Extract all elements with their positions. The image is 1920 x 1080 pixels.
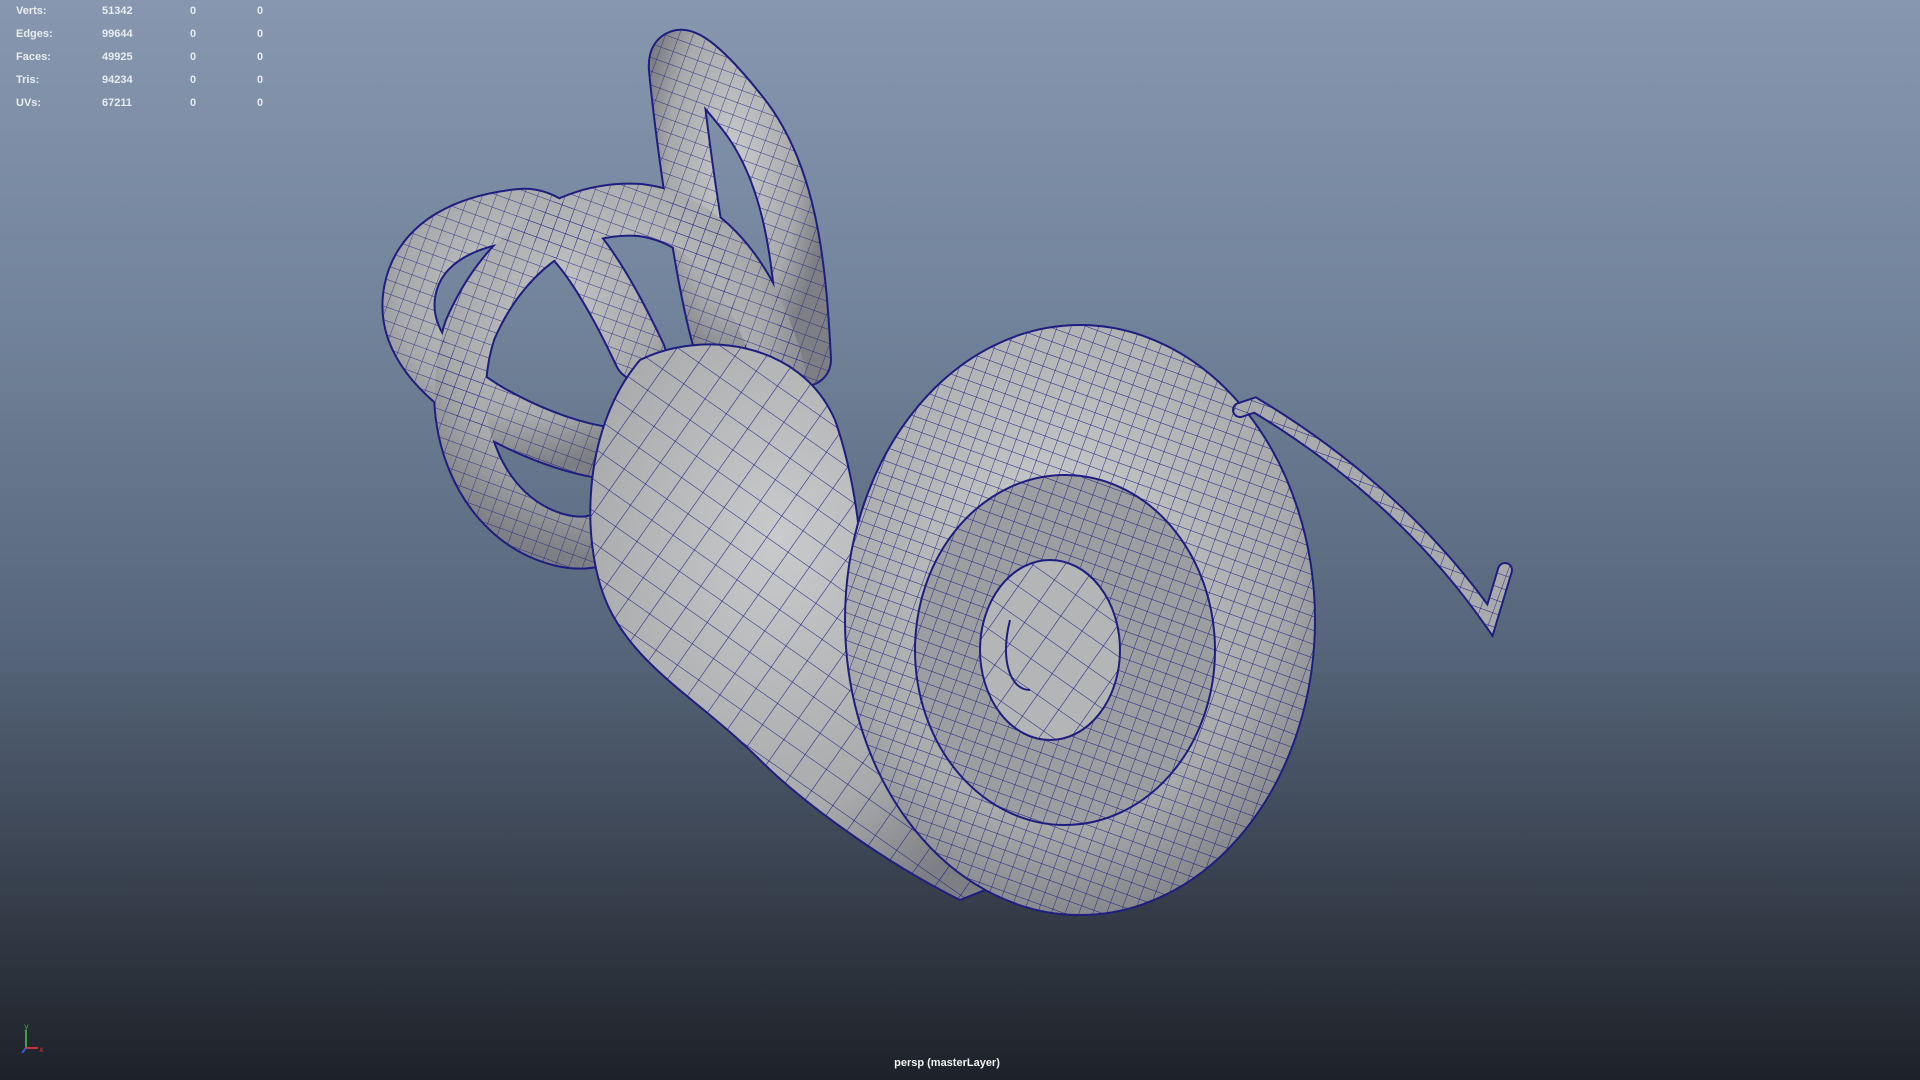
hud-value: 67211: [102, 97, 132, 109]
hud-selected-value: 0: [190, 28, 197, 40]
hud-label: Faces:: [16, 51, 51, 63]
hud-selected-value: 0: [190, 51, 197, 63]
hud-selected-value: 0: [190, 74, 197, 86]
hud-label: Tris:: [16, 74, 40, 86]
inner-ear-mesh[interactable]: [0, 0, 1920, 1080]
hud-value: 49925: [102, 51, 133, 63]
hud-value: 94234: [102, 74, 133, 86]
perspective-viewport[interactable]: Verts: 51342 0 0 Edges: 99644 0 0 Faces:…: [0, 0, 1920, 1080]
hud-value: 99644: [102, 28, 133, 40]
axis-gizmo-icon: y x: [21, 1022, 44, 1054]
hud-label: Edges:: [16, 28, 53, 40]
hud-value: 51342: [102, 5, 133, 17]
hud-extra-value: 0: [257, 5, 264, 17]
axis-x-label: x: [39, 1045, 44, 1054]
axis-y-label: y: [24, 1022, 29, 1031]
hud-extra-value: 0: [257, 97, 264, 109]
camera-label: persp (masterLayer): [894, 1057, 1000, 1069]
hud-label: UVs:: [16, 97, 42, 109]
hud-selected-value: 0: [190, 5, 197, 17]
hud-label: Verts:: [16, 5, 47, 17]
hud-extra-value: 0: [257, 74, 264, 86]
hud-extra-value: 0: [257, 51, 264, 63]
hud-selected-value: 0: [190, 97, 197, 109]
hud-extra-value: 0: [257, 28, 264, 40]
